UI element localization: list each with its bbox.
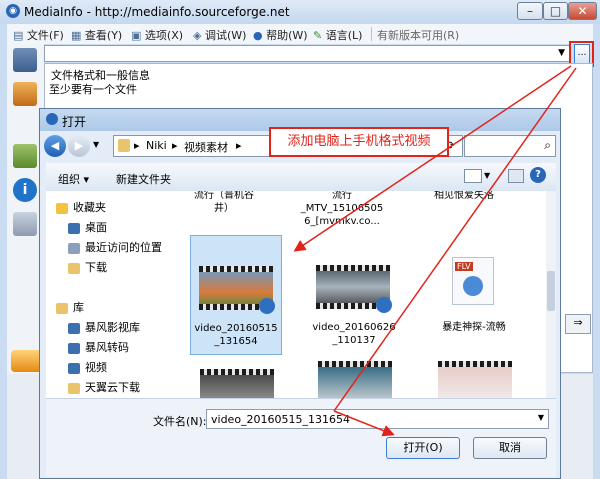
arrow-to-open-button	[333, 410, 395, 437]
arrow-to-open-path	[333, 67, 577, 412]
arrow-to-selected-file	[293, 65, 572, 252]
annotation-arrows	[293, 65, 577, 437]
